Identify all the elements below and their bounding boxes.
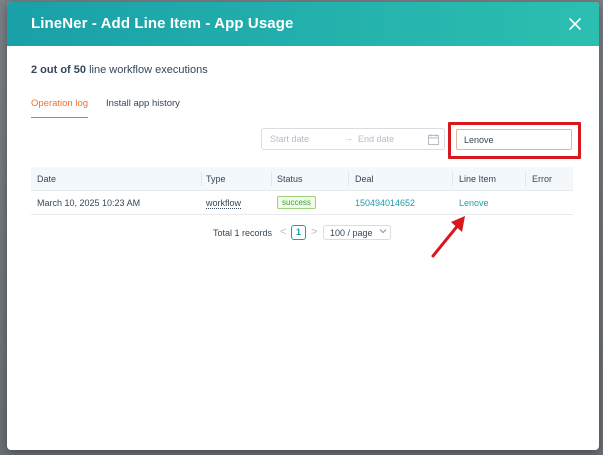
close-icon[interactable] [565,14,585,34]
page-size-value: 100 / page [330,228,373,238]
total-records: Total 1 records [213,228,273,238]
date-range-picker[interactable]: Start date → End date [261,128,445,150]
chevron-down-icon [379,229,387,234]
app-usage-modal: LineNer - Add Line Item - App Usage 2 ou… [7,2,599,450]
row-date: March 10, 2025 10:23 AM [37,198,141,208]
tab-bar: Operation log Install app history [31,98,573,120]
tab-operation-log[interactable]: Operation log [31,98,89,118]
chevron-left-icon[interactable]: < [280,226,286,238]
column-divider [271,172,272,186]
calendar-icon [428,134,439,145]
line-item-link[interactable]: Lenove [459,198,489,208]
row-type[interactable]: workflow [206,198,242,209]
pagination: Total 1 records < 1 > 100 / page [213,225,403,241]
column-header-date: Date [37,174,57,184]
column-header-type: Type [206,174,226,184]
column-header-line-item: Line Item [459,174,497,184]
table-header: Date Type Status Deal Line Item Error [31,167,573,191]
column-divider [452,172,453,186]
column-header-error: Error [532,174,552,184]
arrow-right-icon: → [344,133,353,143]
page-button-current[interactable]: 1 [291,225,306,240]
tab-install-app-history[interactable]: Install app history [106,98,180,117]
start-date-input[interactable]: Start date [270,134,309,144]
column-divider [348,172,349,186]
execution-count: 2 out of 50 [31,64,87,76]
modal-title: LineNer - Add Line Item - App Usage [31,15,294,32]
end-date-input[interactable]: End date [358,134,394,144]
status-badge: success [277,196,316,209]
modal-header: LineNer - Add Line Item - App Usage [7,2,599,46]
annotation-arrow-icon [431,216,465,258]
column-header-status: Status [277,174,303,184]
table-row: March 10, 2025 10:23 AM workflow success… [31,191,573,215]
execution-summary: 2 out of 50 line workflow executions [31,64,208,76]
column-divider [201,172,202,186]
annotation-highlight-box [448,122,581,159]
column-header-deal: Deal [355,174,374,184]
page-size-select[interactable]: 100 / page [323,225,391,240]
chevron-right-icon[interactable]: > [311,226,317,238]
operation-log-table: Date Type Status Deal Line Item Error Ma… [31,167,573,215]
deal-link[interactable]: 150494014652 [355,198,415,208]
execution-summary-text: line workflow executions [89,64,208,76]
column-divider [525,172,526,186]
